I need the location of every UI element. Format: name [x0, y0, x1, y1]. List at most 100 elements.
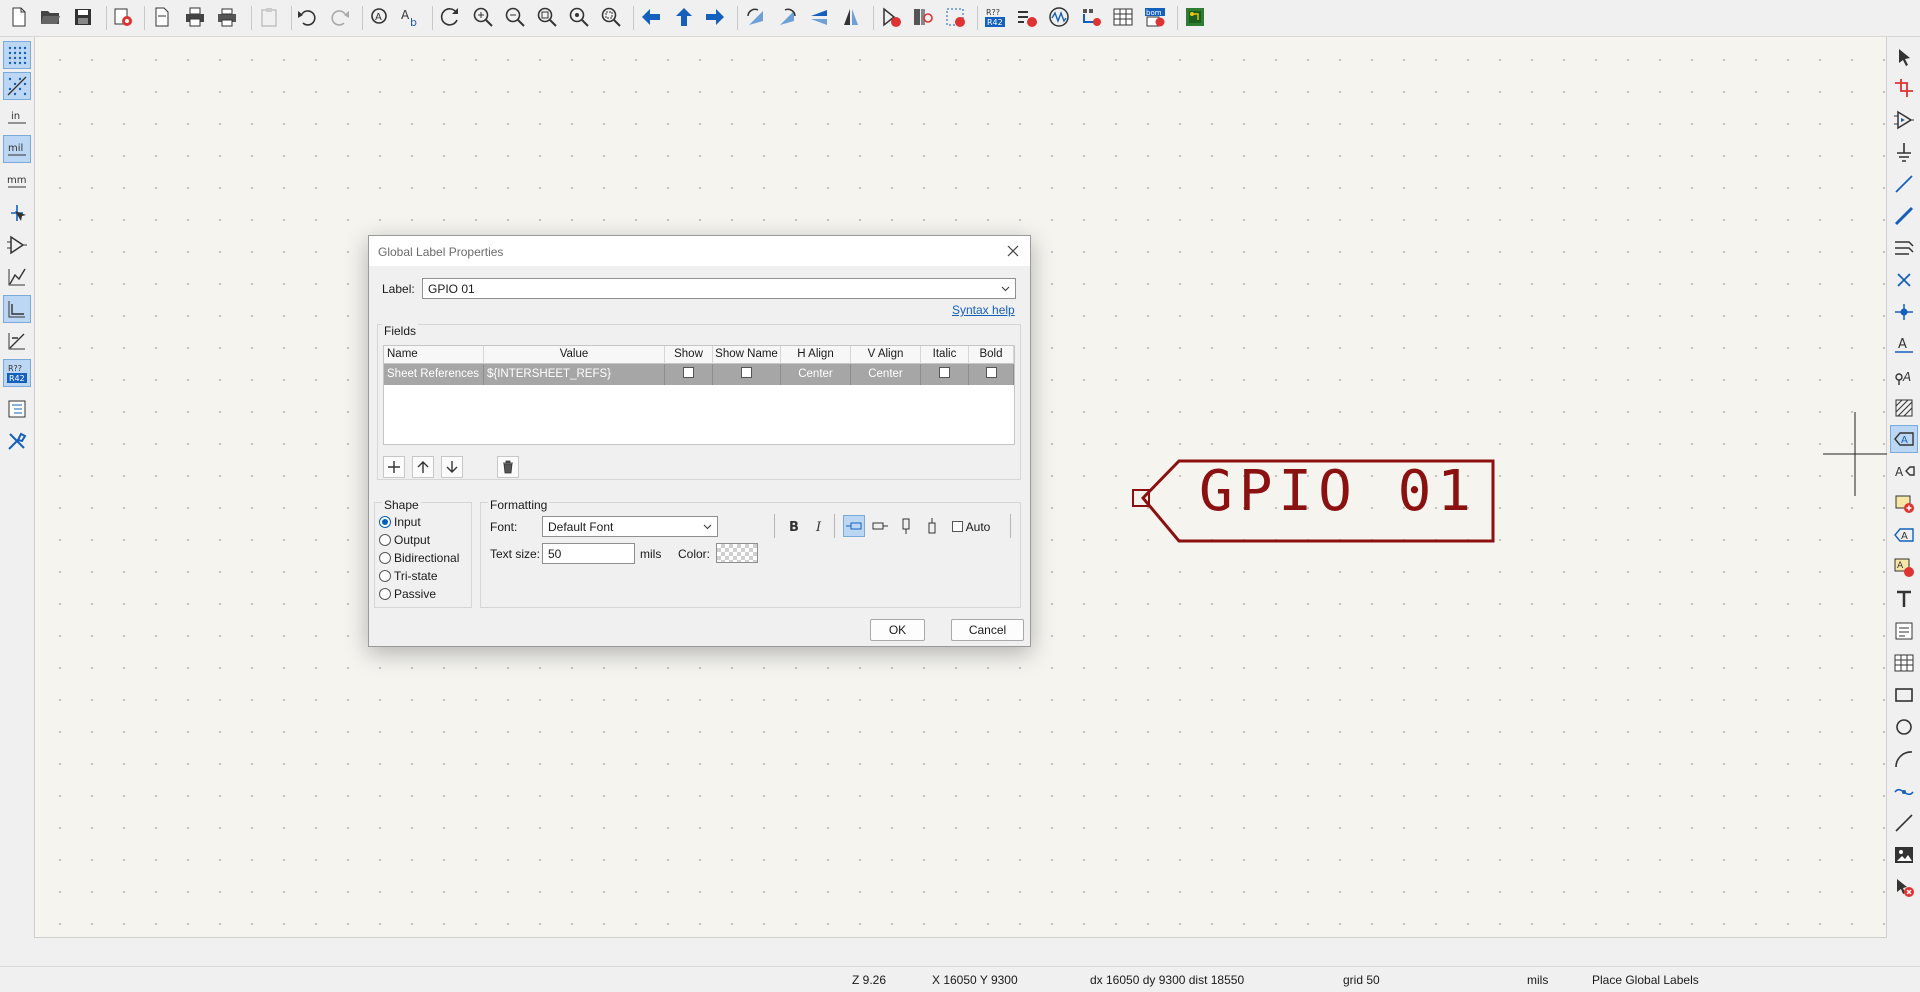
footprint-assign-icon[interactable] [942, 4, 968, 30]
grid-dots-icon[interactable] [3, 41, 31, 69]
rotate-ccw-icon[interactable] [742, 4, 768, 30]
add-wire-icon[interactable] [1890, 170, 1918, 198]
navigate-up-icon[interactable] [671, 4, 697, 30]
navigate-forward-icon[interactable] [702, 4, 728, 30]
mirror-vertical-icon[interactable] [806, 4, 832, 30]
navigate-back-icon[interactable] [638, 4, 664, 30]
text-size-input[interactable]: 50 [542, 543, 635, 564]
shape-passive-radio[interactable]: Passive [379, 587, 436, 601]
units-mil-icon[interactable]: mil [3, 135, 31, 163]
add-image-icon[interactable] [1890, 841, 1918, 869]
zoom-in-icon[interactable] [470, 4, 496, 30]
field-v-align-cell[interactable]: Center [851, 364, 921, 385]
properties-panel-icon[interactable] [3, 427, 31, 455]
add-hier-label-icon[interactable]: A [1890, 457, 1918, 485]
spin-left-button[interactable] [843, 515, 865, 537]
add-rule-area-icon[interactable] [1890, 394, 1918, 422]
column-header-show[interactable]: Show [665, 346, 713, 364]
hierarchy-navigator-icon[interactable] [3, 395, 31, 423]
bold-button[interactable]: B [783, 515, 805, 537]
syntax-help-link[interactable]: Syntax help [952, 303, 1015, 317]
field-value-cell[interactable]: ${INTERSHEET_REFS} [484, 364, 665, 385]
label-combobox[interactable]: GPIO 01 [422, 278, 1016, 299]
color-swatch[interactable] [716, 543, 758, 563]
import-sheet-pin-icon[interactable]: A [1890, 521, 1918, 549]
add-junction-icon[interactable] [1890, 298, 1918, 326]
add-table-icon[interactable] [1890, 649, 1918, 677]
shape-output-radio[interactable]: Output [379, 533, 430, 547]
add-circle-icon[interactable] [1890, 713, 1918, 741]
move-down-button[interactable] [441, 456, 463, 478]
add-sheet-icon[interactable] [1890, 489, 1918, 517]
annotate-icon[interactable]: R?? R42 [982, 4, 1008, 30]
annotation-icon[interactable]: R?? R42 [3, 359, 31, 387]
column-header-value[interactable]: Value [484, 346, 665, 364]
font-combobox[interactable]: Default Font [542, 516, 718, 537]
refresh-icon[interactable] [437, 4, 463, 30]
print-icon[interactable] [182, 4, 208, 30]
simulator-icon[interactable] [1046, 4, 1072, 30]
show-name-checkbox[interactable] [741, 367, 752, 379]
add-bezier-icon[interactable] [1890, 777, 1918, 805]
field-bold-cell[interactable] [969, 364, 1014, 385]
zoom-fit-icon[interactable] [534, 4, 560, 30]
ok-button[interactable]: OK [870, 619, 925, 641]
auto-checkbox[interactable]: Auto [952, 520, 990, 534]
plot-icon[interactable] [214, 4, 240, 30]
bom-table-icon[interactable] [1110, 4, 1136, 30]
spin-up-button[interactable] [895, 515, 917, 537]
auto-checkbox-box[interactable] [952, 521, 963, 533]
column-header-h-align[interactable]: H Align [781, 346, 851, 364]
pcb-editor-icon[interactable] [1182, 4, 1208, 30]
select-icon[interactable] [1890, 43, 1918, 71]
add-line-icon[interactable] [1890, 809, 1918, 837]
field-italic-cell[interactable] [921, 364, 969, 385]
add-bus-icon[interactable] [1890, 202, 1918, 230]
add-netclass-icon[interactable]: A [1890, 362, 1918, 390]
close-icon[interactable] [1004, 242, 1022, 260]
new-icon[interactable] [6, 4, 32, 30]
shape-input-radio[interactable]: Input [379, 515, 421, 529]
rotate-cw-icon[interactable] [775, 4, 801, 30]
bom-export-icon[interactable]: bom [1142, 4, 1168, 30]
column-header-bold[interactable]: Bold [969, 346, 1014, 364]
add-label-icon[interactable]: A [1890, 330, 1918, 358]
add-power-icon[interactable] [1890, 138, 1918, 166]
free-angle-wires-icon[interactable] [3, 263, 31, 291]
paste-icon[interactable] [256, 4, 282, 30]
field-h-align-cell[interactable]: Center [781, 364, 851, 385]
cancel-button[interactable]: Cancel [951, 619, 1024, 641]
find-icon[interactable]: A [367, 4, 393, 30]
move-up-button[interactable] [412, 456, 434, 478]
no-connect-icon[interactable] [1890, 266, 1918, 294]
sync-sheet-pins-icon[interactable]: A [1890, 553, 1918, 581]
redo-icon[interactable] [327, 4, 353, 30]
add-text-icon[interactable] [1890, 585, 1918, 613]
field-show-name-cell[interactable] [713, 364, 781, 385]
bold-checkbox[interactable] [985, 367, 997, 379]
hidden-pins-icon[interactable] [3, 231, 31, 259]
find-replace-icon[interactable]: Ab [398, 4, 424, 30]
delete-tool-icon[interactable] [1890, 873, 1918, 901]
add-field-button[interactable] [383, 456, 405, 478]
delete-field-button[interactable] [497, 456, 519, 478]
column-header-italic[interactable]: Italic [921, 346, 969, 364]
add-arc-icon[interactable] [1890, 745, 1918, 773]
mirror-horizontal-icon[interactable] [838, 4, 864, 30]
bus-definitions-icon[interactable] [1078, 4, 1104, 30]
page-settings-icon[interactable] [149, 4, 175, 30]
column-header-show-name[interactable]: Show Name [713, 346, 781, 364]
field-name-cell[interactable]: Sheet References [384, 364, 484, 385]
45-degree-wires-icon[interactable] [3, 327, 31, 355]
column-header-v-align[interactable]: V Align [851, 346, 921, 364]
highlight-net-icon[interactable] [1890, 74, 1918, 102]
field-show-cell[interactable] [665, 364, 713, 385]
ortho-wires-icon[interactable] [3, 295, 31, 323]
shape-bidirectional-radio[interactable]: Bidirectional [379, 551, 459, 565]
open-icon[interactable] [37, 4, 63, 30]
zoom-selection-icon[interactable] [598, 4, 624, 30]
spin-right-button[interactable] [869, 515, 891, 537]
spin-down-button[interactable] [921, 515, 943, 537]
symbol-browser-icon[interactable] [910, 4, 936, 30]
italic-checkbox[interactable] [939, 367, 950, 379]
